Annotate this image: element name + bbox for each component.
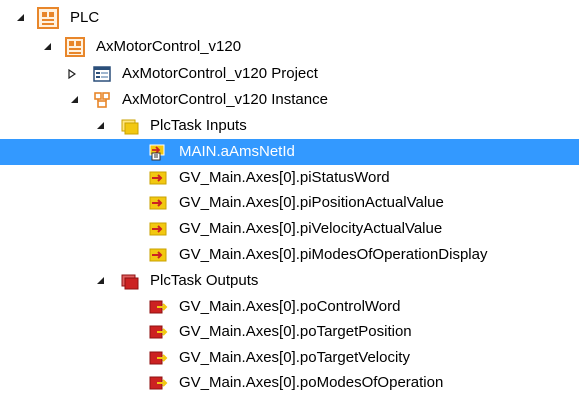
input-var-linked-icon <box>149 143 167 161</box>
tree-node-label: GV_Main.Axes[0].piPositionActualValue <box>179 194 444 211</box>
tree-node-instance[interactable]: AxMotorControl_v120 Instance <box>0 87 579 113</box>
tree-node-label: GV_Main.Axes[0].poTargetVelocity <box>179 349 410 366</box>
inputs-folder-icon <box>121 117 139 135</box>
tree-node-label: GV_Main.Axes[0].poModesOfOperation <box>179 374 444 391</box>
expanded-triangle-icon[interactable] <box>94 113 106 139</box>
tree-node-label: MAIN.aAmsNetId <box>179 143 295 160</box>
tree-node-label: GV_Main.Axes[0].piModesOfOperationDispla… <box>179 246 488 263</box>
outputs-folder-icon <box>121 272 139 290</box>
input-var-icon <box>149 246 167 264</box>
output-var-icon <box>149 323 168 341</box>
input-var-icon <box>149 169 167 187</box>
tree-node-label: GV_Main.Axes[0].piVelocityActualValue <box>179 220 443 237</box>
tree-node-label: AxMotorControl_v120 Project <box>122 65 318 82</box>
tree-node-pi-velocity[interactable]: GV_Main.Axes[0].piVelocityActualValue <box>0 216 579 242</box>
output-var-icon <box>149 374 168 392</box>
input-var-icon <box>149 220 167 238</box>
expanded-triangle-icon[interactable] <box>41 34 53 60</box>
tree-node-label: AxMotorControl_v120 <box>96 38 242 55</box>
plc-icon <box>37 7 59 29</box>
tree-node-label: PLC <box>70 9 100 26</box>
solution-tree: PLC AxMotorControl_v120 AxMotorControl_v… <box>0 0 579 396</box>
project-icon <box>93 65 111 83</box>
tree-node-po-control[interactable]: GV_Main.Axes[0].poControlWord <box>0 294 579 320</box>
tree-node-po-modes[interactable]: GV_Main.Axes[0].poModesOfOperation <box>0 370 579 396</box>
tree-node-label: GV_Main.Axes[0].piStatusWord <box>179 169 390 186</box>
plc-project-icon <box>65 37 85 57</box>
tree-node-label: AxMotorControl_v120 Instance <box>122 91 328 108</box>
output-var-icon <box>149 298 168 316</box>
tree-node-ams-netid[interactable]: MAIN.aAmsNetId <box>0 139 579 165</box>
tree-node-label: PlcTask Outputs <box>150 272 259 289</box>
instance-icon <box>93 91 111 109</box>
tree-node-plctask-outputs[interactable]: PlcTask Outputs <box>0 268 579 294</box>
expanded-triangle-icon[interactable] <box>68 87 80 113</box>
tree-node-axmotorcontrol[interactable]: AxMotorControl_v120 <box>0 34 579 60</box>
output-var-icon <box>149 349 168 367</box>
tree-node-label: PlcTask Inputs <box>150 117 247 134</box>
tree-node-pi-position[interactable]: GV_Main.Axes[0].piPositionActualValue <box>0 190 579 216</box>
tree-node-project[interactable]: AxMotorControl_v120 Project <box>0 61 579 87</box>
collapsed-triangle-icon[interactable] <box>66 61 78 87</box>
tree-node-plctask-inputs[interactable]: PlcTask Inputs <box>0 113 579 139</box>
tree-node-po-position[interactable]: GV_Main.Axes[0].poTargetPosition <box>0 319 579 345</box>
expanded-triangle-icon[interactable] <box>14 5 26 31</box>
tree-node-pi-modes[interactable]: GV_Main.Axes[0].piModesOfOperationDispla… <box>0 242 579 268</box>
tree-node-label: GV_Main.Axes[0].poTargetPosition <box>179 323 412 340</box>
input-var-icon <box>149 194 167 212</box>
tree-node-plc[interactable]: PLC <box>0 5 579 31</box>
tree-node-po-velocity[interactable]: GV_Main.Axes[0].poTargetVelocity <box>0 345 579 371</box>
expanded-triangle-icon[interactable] <box>94 268 106 294</box>
tree-node-label: GV_Main.Axes[0].poControlWord <box>179 298 401 315</box>
tree-node-pi-status[interactable]: GV_Main.Axes[0].piStatusWord <box>0 165 579 191</box>
